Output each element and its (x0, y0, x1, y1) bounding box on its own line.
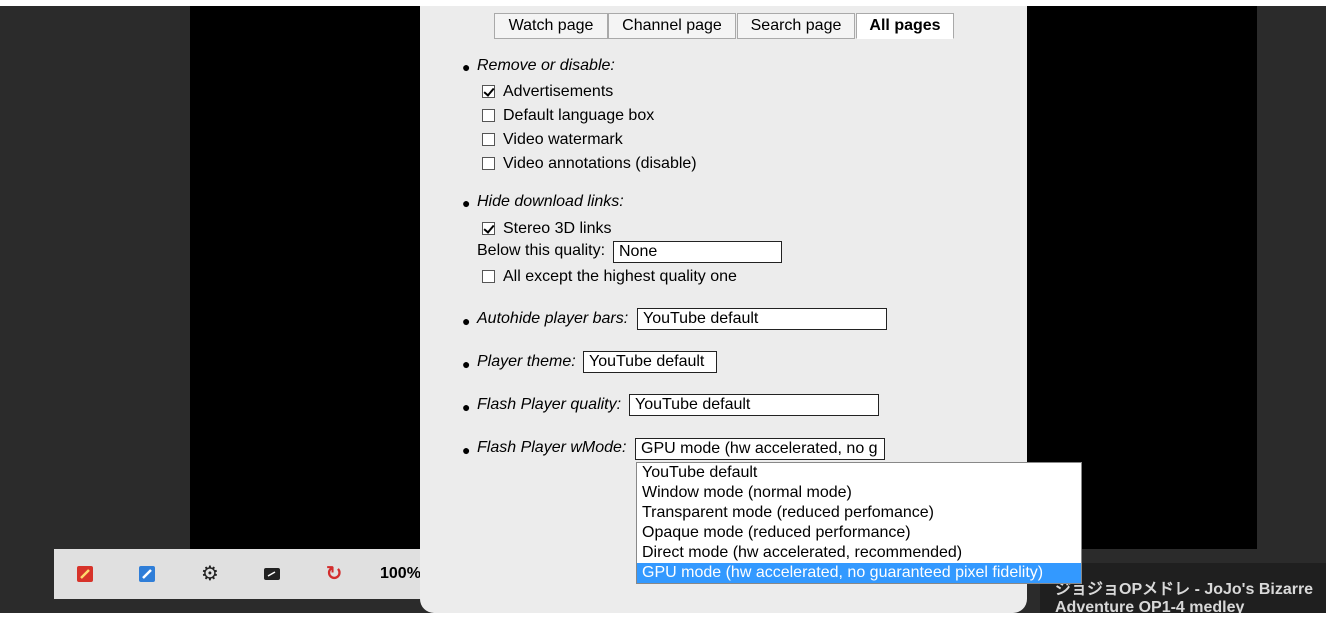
theme-select[interactable]: YouTube default (583, 351, 717, 373)
autohide-select[interactable]: YouTube default (637, 308, 887, 330)
checkbox-highest-quality[interactable] (482, 270, 495, 283)
wmode-label: Flash Player wMode: (477, 439, 627, 456)
bullet: ● (462, 59, 471, 75)
checkbox-label: Default language box (503, 107, 655, 124)
checkbox-video-annotations[interactable] (482, 157, 495, 170)
wmode-option-youtube-default[interactable]: YouTube default (637, 463, 1081, 483)
zoom-level: 100% (380, 565, 421, 582)
gear-icon[interactable]: ⚙ (201, 564, 219, 584)
theme-label: Player theme: (477, 353, 576, 370)
wmode-select[interactable]: GPU mode (hw accelerated, no g (635, 438, 885, 460)
checkbox-label: Stereo 3D links (503, 220, 612, 237)
wmode-option-direct[interactable]: Direct mode (hw accelerated, recommended… (637, 543, 1081, 563)
tab-all-pages[interactable]: All pages (856, 13, 954, 39)
bullet: ● (462, 195, 471, 211)
orange-pencil-icon[interactable] (76, 565, 94, 583)
bottom-toolbar: ⚙ ↻ 100% (54, 549, 430, 599)
flash-quality-label: Flash Player quality: (477, 396, 622, 413)
quality-select[interactable]: None (613, 241, 782, 263)
checkbox-advertisements[interactable] (482, 85, 495, 98)
checkbox-label: All except the highest quality one (503, 268, 737, 285)
remove-heading: Remove or disable: (477, 57, 615, 74)
bullet: ● (462, 442, 471, 458)
video-info: ジョジョOPメドレ - JoJo's Bizarre Adventure OP1… (1040, 563, 1326, 616)
screen-icon[interactable] (263, 565, 281, 583)
wmode-option-opaque[interactable]: Opaque mode (reduced performance) (637, 523, 1081, 543)
checkbox-label: Advertisements (503, 83, 614, 100)
bullet: ● (462, 313, 471, 329)
wmode-option-window[interactable]: Window mode (normal mode) (637, 483, 1081, 503)
download-heading: Hide download links: (477, 193, 624, 210)
tab-search-page[interactable]: Search page (737, 13, 855, 39)
tab-watch-page[interactable]: Watch page (494, 13, 608, 39)
checkbox-stereo-3d-links[interactable] (482, 222, 495, 235)
video-title[interactable]: ジョジョOPメドレ - JoJo's Bizarre Adventure OP1… (1055, 581, 1320, 617)
bullet: ● (462, 356, 471, 372)
checkbox-default-language-box[interactable] (482, 109, 495, 122)
blue-wand-icon[interactable] (138, 565, 156, 583)
wmode-option-transparent[interactable]: Transparent mode (reduced perfomance) (637, 503, 1081, 523)
wmode-option-gpu[interactable]: GPU mode (hw accelerated, no guaranteed … (637, 563, 1081, 583)
bottom-edge (0, 613, 1326, 619)
reload-icon[interactable]: ↻ (325, 564, 343, 584)
checkbox-label: Video watermark (503, 131, 623, 148)
tab-channel-page[interactable]: Channel page (608, 13, 736, 39)
checkbox-video-watermark[interactable] (482, 133, 495, 146)
flash-quality-select[interactable]: YouTube default (629, 394, 879, 416)
bullet: ● (462, 399, 471, 415)
checkbox-label: Video annotations (disable) (503, 155, 697, 172)
autohide-label: Autohide player bars: (477, 310, 629, 327)
wmode-dropdown-list: YouTube default Window mode (normal mode… (636, 462, 1082, 584)
quality-label: Below this quality: (477, 242, 606, 259)
